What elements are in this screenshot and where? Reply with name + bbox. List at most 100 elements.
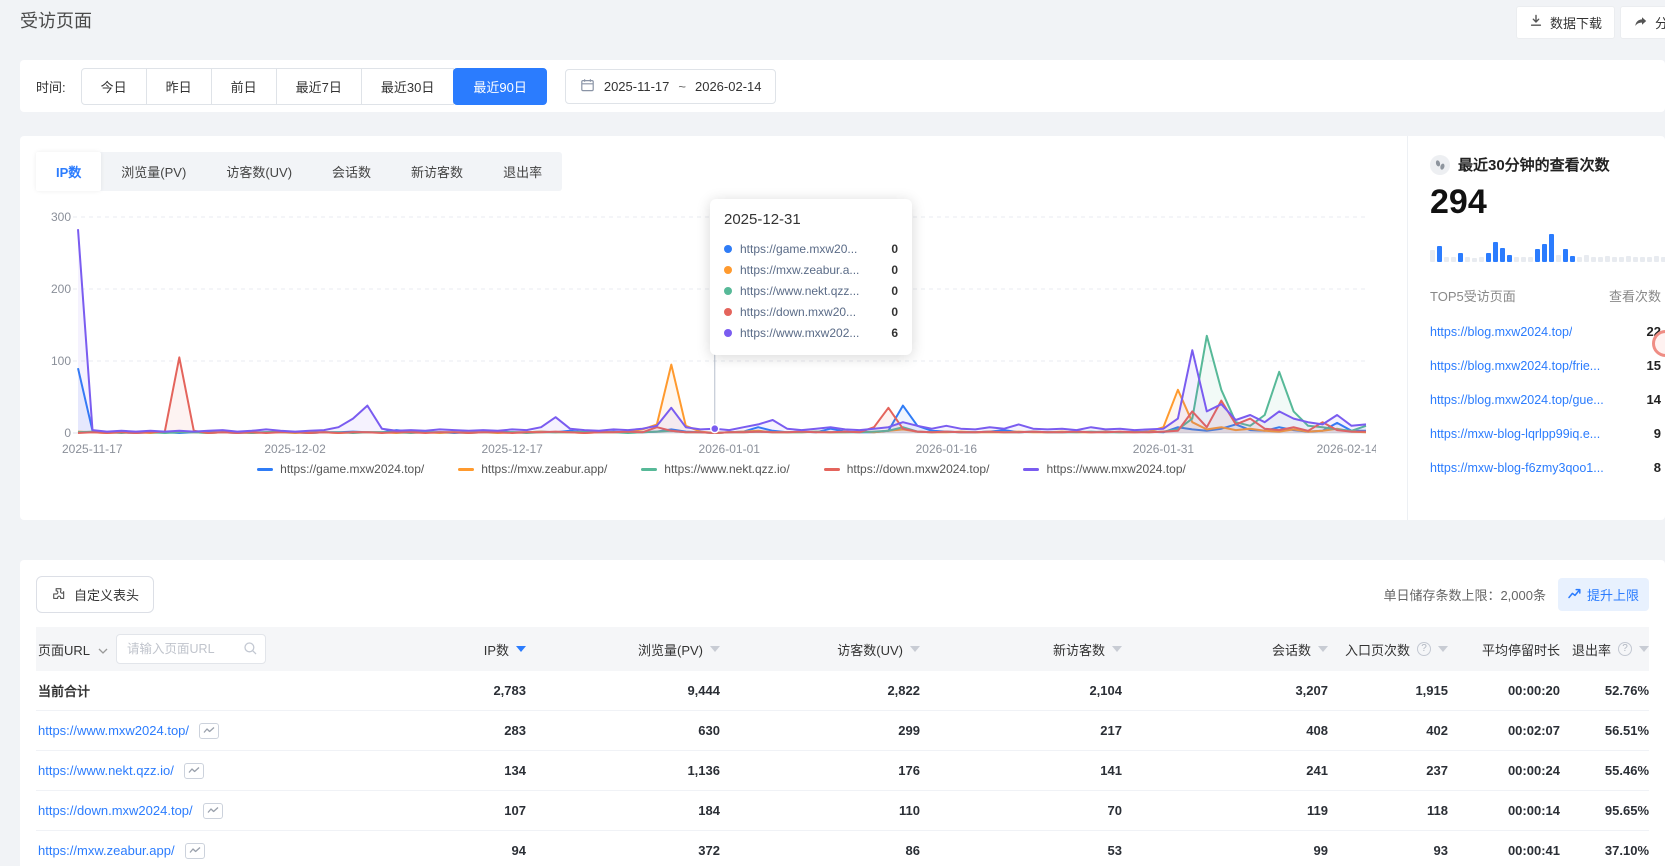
top5-page-link[interactable]: https://mxw-blog-f6zmy3qoo1... (1430, 461, 1604, 475)
time-range-button[interactable]: 昨日 (146, 68, 212, 105)
realtime-title: 最近30分钟的查看次数 (1458, 154, 1610, 175)
svg-text:0: 0 (64, 426, 71, 440)
sort-caret-icon[interactable] (910, 646, 920, 652)
legend-item[interactable]: https://mxw.zeabur.app/ (458, 462, 607, 476)
row-trend-button[interactable] (199, 723, 219, 739)
metric-tab[interactable]: IP数 (36, 152, 101, 191)
time-range-button[interactable]: 最近30日 (361, 68, 454, 105)
time-range-button[interactable]: 最近90日 (453, 68, 546, 105)
time-filter-card: 时间: 今日昨日前日最近7日最近30日最近90日 2025-11-17 ~ 20… (20, 60, 1665, 112)
cell-value: 2,104 (920, 683, 1122, 698)
tooltip-series-dot (724, 329, 732, 337)
cell-value: 95.65% (1560, 803, 1649, 818)
top5-count: 9 (1654, 426, 1661, 441)
minibar (1591, 257, 1596, 262)
cell-value: 107 (336, 803, 526, 818)
minibar (1563, 249, 1568, 262)
column-header-label: 平均停留时长 (1482, 640, 1560, 659)
legend-item[interactable]: https://www.nekt.qzz.io/ (641, 462, 789, 476)
page-url-link[interactable]: https://www.nekt.qzz.io/ (38, 763, 174, 778)
column-header[interactable]: 新访客数 (920, 640, 1122, 659)
cell-value: 241 (1122, 763, 1328, 778)
cell-value: 00:02:07 (1448, 723, 1560, 738)
row-trend-button[interactable] (203, 803, 223, 819)
metric-tab[interactable]: 访客数(UV) (206, 152, 312, 191)
top5-page-link[interactable]: https://blog.mxw2024.top/frie... (1430, 359, 1600, 373)
column-header[interactable]: 访客数(UV) (720, 640, 920, 659)
share-button[interactable]: 分享 (1620, 6, 1665, 39)
sort-caret-icon[interactable] (1438, 646, 1448, 652)
cell-value: 94 (336, 843, 526, 858)
metric-tab[interactable]: 会话数 (312, 152, 391, 191)
tooltip-rows: https://game.mxw20...0https://mxw.zeabur… (724, 238, 898, 343)
column-header[interactable]: 浏览量(PV) (526, 640, 720, 659)
page-url-link[interactable]: https://www.mxw2024.top/ (38, 723, 189, 738)
table-row: https://www.mxw2024.top/2836302992174084… (36, 711, 1649, 751)
pages-table-card: 自定义表头 单日储存条数上限：2,000条 提升上限 页面URL (20, 560, 1665, 866)
sort-caret-icon[interactable] (516, 646, 526, 652)
time-range-button[interactable]: 最近7日 (276, 68, 362, 105)
tooltip-series-label: https://down.mxw20... (740, 305, 883, 319)
svg-text:200: 200 (51, 282, 71, 296)
share-label: 分享 (1655, 13, 1665, 32)
customize-columns-button[interactable]: 自定义表头 (36, 576, 154, 613)
top5-page-link[interactable]: https://blog.mxw2024.top/ (1430, 325, 1572, 339)
legend-dash (257, 468, 273, 471)
minibar (1647, 257, 1652, 262)
cell-value: 9,444 (526, 683, 720, 698)
help-icon[interactable]: ? (1618, 642, 1632, 656)
realtime-value: 294 (1430, 183, 1661, 222)
legend-label: https://mxw.zeabur.app/ (481, 462, 607, 476)
minibar (1549, 234, 1554, 262)
column-header[interactable]: 退出率? (1560, 640, 1649, 659)
sort-caret-icon[interactable] (1639, 646, 1649, 652)
data-download-button[interactable]: 数据下载 (1516, 6, 1615, 39)
minibar (1514, 257, 1519, 262)
help-icon[interactable]: ? (1417, 642, 1431, 656)
top5-count: 15 (1647, 358, 1661, 373)
time-range-button-group: 今日昨日前日最近7日最近30日最近90日 (82, 68, 547, 105)
metric-tab[interactable]: 浏览量(PV) (101, 152, 206, 191)
legend-item[interactable]: https://www.mxw2024.top/ (1023, 462, 1185, 476)
search-icon[interactable] (243, 641, 258, 659)
cell-value: 1,915 (1328, 683, 1448, 698)
page-url-link[interactable]: https://down.mxw2024.top/ (38, 803, 193, 818)
minibar (1535, 249, 1540, 262)
minibar (1584, 255, 1589, 262)
sort-caret-icon[interactable] (710, 646, 720, 652)
trend-chart-card: IP数浏览量(PV)访客数(UV)会话数新访客数退出率 010020030020… (20, 136, 1665, 520)
date-range-picker[interactable]: 2025-11-17 ~ 2026-02-14 (565, 69, 777, 104)
row-trend-button[interactable] (184, 763, 204, 779)
chevron-down-icon[interactable] (98, 642, 108, 657)
sort-caret-icon[interactable] (1318, 646, 1328, 652)
metric-tab[interactable]: 退出率 (483, 152, 562, 191)
column-header[interactable]: 会话数 (1122, 640, 1328, 659)
minibar (1444, 257, 1449, 262)
legend-item[interactable]: https://down.mxw2024.top/ (824, 462, 990, 476)
upgrade-limit-label: 提升上限 (1587, 585, 1639, 604)
top5-page-link[interactable]: https://mxw-blog-lqrlpp99iq.e... (1430, 427, 1600, 441)
column-header[interactable]: 平均停留时长 (1448, 640, 1560, 659)
metric-tab[interactable]: 新访客数 (391, 152, 483, 191)
column-header[interactable]: IP数 (336, 640, 526, 659)
page-url-link[interactable]: https://mxw.zeabur.app/ (38, 843, 175, 858)
sort-caret-icon[interactable] (1112, 646, 1122, 652)
column-header[interactable]: 入口页次数? (1328, 640, 1448, 659)
tooltip-series-value: 6 (891, 326, 898, 340)
url-cell: https://down.mxw2024.top/ (36, 803, 336, 819)
row-trend-button[interactable] (185, 843, 205, 859)
table-body: 当前合计2,7839,4442,8222,1043,2071,91500:00:… (36, 671, 1649, 866)
svg-text:2026-01-01: 2026-01-01 (699, 442, 761, 456)
top5-page-link[interactable]: https://blog.mxw2024.top/gue... (1430, 393, 1604, 407)
url-cell: https://mxw.zeabur.app/ (36, 843, 336, 859)
minibar (1500, 248, 1505, 262)
tooltip-series-dot (724, 308, 732, 316)
upgrade-limit-button[interactable]: 提升上限 (1558, 578, 1649, 611)
top5-count: 8 (1654, 460, 1661, 475)
time-range-button[interactable]: 前日 (211, 68, 277, 105)
legend-item[interactable]: https://game.mxw2024.top/ (257, 462, 424, 476)
tooltip-series-dot (724, 287, 732, 295)
url-column-header[interactable]: 页面URL (38, 640, 90, 659)
legend-label: https://www.nekt.qzz.io/ (664, 462, 789, 476)
time-range-button[interactable]: 今日 (81, 68, 147, 105)
